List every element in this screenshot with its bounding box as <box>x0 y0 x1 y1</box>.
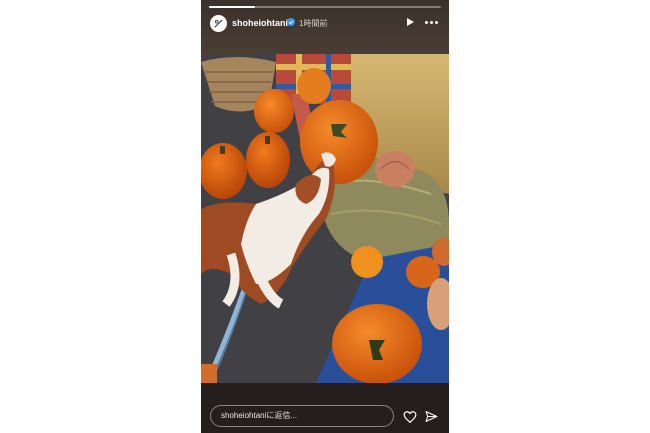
story-viewer: shoheiohtani 1時間前 shoheiohtaniに返信... <box>201 0 449 433</box>
story-timestamp: 1時間前 <box>299 19 328 28</box>
story-progress-fill <box>209 6 256 8</box>
story-username[interactable]: shoheiohtani <box>232 18 288 28</box>
send-icon[interactable] <box>425 410 438 423</box>
more-options-icon[interactable] <box>425 21 438 24</box>
play-icon[interactable] <box>407 18 414 26</box>
story-progress-bar <box>209 6 441 8</box>
avatar[interactable] <box>210 15 227 32</box>
heart-icon[interactable] <box>403 410 417 424</box>
story-header: shoheiohtani 1時間前 <box>201 0 449 54</box>
verified-badge-icon <box>287 18 295 26</box>
story-image <box>201 54 449 383</box>
story-footer: shoheiohtaniに返信... <box>201 383 449 433</box>
avatar-logo-icon <box>214 19 223 28</box>
story-photo <box>201 54 449 383</box>
reply-input[interactable]: shoheiohtaniに返信... <box>210 405 394 427</box>
